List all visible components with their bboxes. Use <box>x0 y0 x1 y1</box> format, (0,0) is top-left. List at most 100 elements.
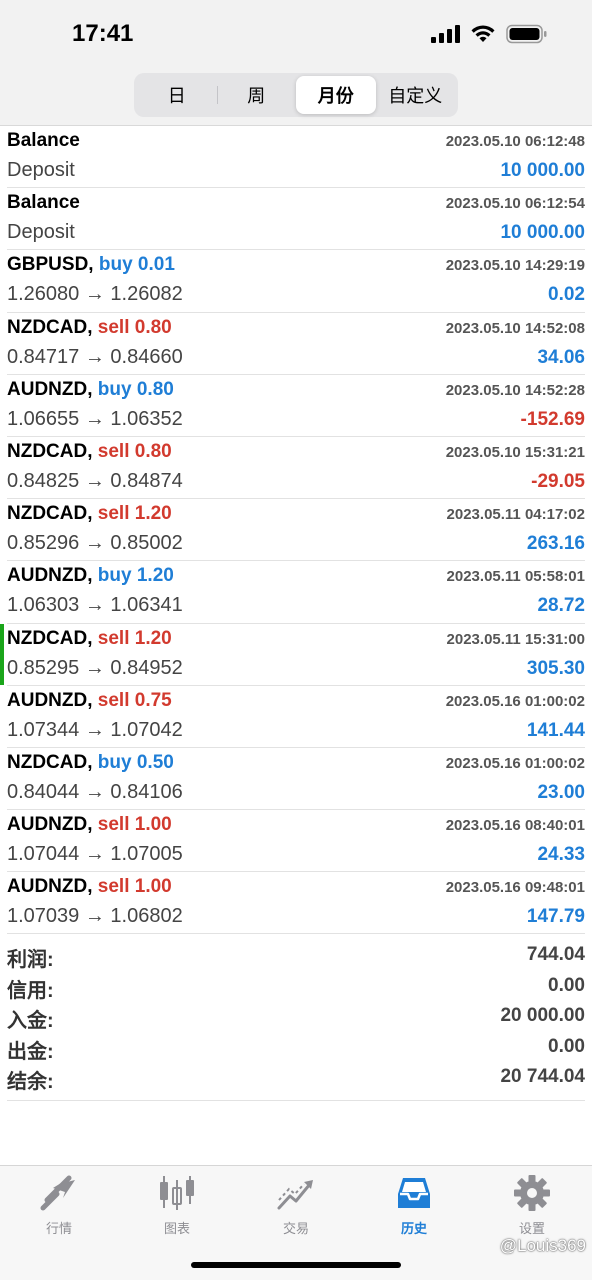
trade-row[interactable]: NZDCAD, sell 0.80 0.84825 → 0.84874 2023.0… <box>7 437 585 500</box>
trade-time: 2023.05.10 15:31:21 <box>445 443 585 461</box>
trade-profit: 24.33 <box>537 844 585 866</box>
trade-title: NZDCAD, sell 1.20 <box>7 503 172 525</box>
quotes-icon <box>40 1175 75 1211</box>
trade-title: Balance <box>7 130 80 152</box>
summary-label: 信用: <box>7 979 54 1002</box>
trade-symbol: AUDNZD, <box>7 378 93 400</box>
trade-title: NZDCAD, sell 1.20 <box>7 628 172 650</box>
trade-side: sell <box>97 876 130 898</box>
trade-profit: 141.44 <box>526 719 585 741</box>
trade-symbol: Balance <box>7 192 80 214</box>
tab-history[interactable]: 历史 <box>355 1174 473 1237</box>
trade-profit: 10 000.00 <box>500 222 585 244</box>
tab-chart[interactable]: 图表 <box>118 1174 236 1237</box>
trade-title: AUDNZD, sell 1.00 <box>7 876 172 898</box>
trade-row[interactable]: AUDNZD, sell 0.75 1.07344 → 1.07042 2023.0… <box>7 686 585 748</box>
summary-label: 出金: <box>7 1040 54 1063</box>
trade-title: NZDCAD, sell 0.80 <box>7 441 172 463</box>
trade-side: sell <box>97 503 130 525</box>
tab-trade[interactable]: 交易 <box>237 1174 355 1237</box>
trade-symbol: AUDNZD, <box>7 565 93 587</box>
trade-title: AUDNZD, sell 0.75 <box>7 690 172 712</box>
trade-time: 2023.05.16 01:00:02 <box>445 754 585 772</box>
trade-profit: 23.00 <box>537 781 585 803</box>
trade-volume: 1.20 <box>136 565 174 587</box>
trade-side: sell <box>97 627 130 649</box>
trade-detail: 1.07039 → 1.06802 <box>7 905 183 928</box>
trade-time: 2023.05.16 08:40:01 <box>445 817 585 835</box>
history-icon <box>398 1178 430 1208</box>
trade-side: sell <box>97 316 130 338</box>
trade-row[interactable]: NZDCAD, sell 1.20 0.85296 → 0.85002 2023.0… <box>7 499 585 562</box>
trade-profit: -29.05 <box>531 470 585 492</box>
trade-title: Balance <box>7 192 80 214</box>
trade-symbol: NZDCAD, <box>7 440 93 462</box>
gear-icon <box>514 1175 550 1211</box>
summary-row: 利润: 744.04 <box>7 940 585 971</box>
trade-row[interactable]: AUDNZD, sell 1.00 1.07039 → 1.06802 2023.0… <box>7 872 585 935</box>
trade-time: 2023.05.10 14:29:19 <box>445 257 585 275</box>
watermark: @Louis369 <box>499 1236 586 1255</box>
trade-title: AUDNZD, sell 1.00 <box>7 814 172 836</box>
tab-day[interactable]: 日 <box>137 76 217 114</box>
tab-history-label: 历史 <box>400 1221 427 1236</box>
trade-symbol: NZDCAD, <box>7 627 93 649</box>
trade-profit: 0.02 <box>548 284 585 306</box>
trade-detail: 1.06655 → 1.06352 <box>7 407 183 430</box>
period-header: 日 周 月份 自定义 <box>0 70 592 126</box>
summary-row: 结余: 20 744.04 <box>7 1062 585 1093</box>
trade-detail: 0.85295 → 0.84952 <box>7 656 183 679</box>
trade-profit: 305.30 <box>526 657 585 679</box>
trade-profit: 28.72 <box>537 595 585 617</box>
trade-row[interactable]: NZDCAD, sell 1.20 0.85295 → 0.84952 2023.0… <box>0 623 585 686</box>
summary-value: 744.04 <box>526 944 585 965</box>
trade-volume: 1.00 <box>134 876 172 898</box>
summary-label: 结余: <box>7 1071 54 1094</box>
trade-row[interactable]: NZDCAD, buy 0.50 0.84044 → 0.84106 2023.05… <box>7 748 585 811</box>
status-bar: 17:41 <box>0 0 592 70</box>
tab-month[interactable]: 月份 <box>296 76 376 114</box>
trade-side: sell <box>97 440 130 462</box>
trade-symbol: GBPUSD, <box>7 254 94 276</box>
trade-symbol: AUDNZD, <box>7 689 93 711</box>
trade-profit: 263.16 <box>526 533 585 555</box>
trade-row[interactable]: Balance Deposit 2023.05.10 06:12:54 10 000.… <box>7 188 585 251</box>
trade-row[interactable]: AUDNZD, buy 1.20 1.06303 → 1.06341 2023.05… <box>7 561 585 624</box>
trade-time: 2023.05.10 14:52:08 <box>445 319 585 337</box>
status-icons <box>431 24 548 44</box>
history-list: Balance Deposit 2023.05.10 06:12:48 10 000.… <box>0 126 592 935</box>
trade-time: 2023.05.11 15:31:00 <box>446 630 585 648</box>
trade-symbol: Balance <box>7 130 80 151</box>
tab-custom[interactable]: 自定义 <box>376 76 456 114</box>
trade-detail: 0.84825 → 0.84874 <box>7 469 183 492</box>
trade-row[interactable]: AUDNZD, buy 0.80 1.06655 → 1.06352 2023.05… <box>7 375 585 437</box>
trade-detail: 0.84044 → 0.84106 <box>7 780 183 803</box>
trade-symbol: AUDNZD, <box>7 876 93 898</box>
summary-row: 入金: 20 000.00 <box>7 1001 585 1032</box>
trade-row[interactable]: GBPUSD, buy 0.01 1.26080 → 1.26082 2023.05… <box>7 250 585 313</box>
trade-detail: 1.07044 → 1.07005 <box>7 843 183 866</box>
trade-title: NZDCAD, sell 0.80 <box>7 317 172 339</box>
trade-profit: -152.69 <box>520 408 585 430</box>
tab-quotes[interactable]: 行情 <box>0 1174 118 1237</box>
trade-row[interactable]: Balance Deposit 2023.05.10 06:12:48 10 000.… <box>7 126 585 189</box>
trade-volume: 1.20 <box>134 627 172 649</box>
trade-detail: 0.84717 → 0.84660 <box>7 345 183 368</box>
trade-symbol: AUDNZD, <box>7 814 93 836</box>
home-indicator[interactable] <box>191 1262 401 1268</box>
trade-side: buy <box>98 254 133 276</box>
tab-settings[interactable]: 设置 <box>473 1174 591 1237</box>
trade-row[interactable]: AUDNZD, sell 1.00 1.07044 → 1.07005 2023.0… <box>7 810 585 873</box>
trade-volume: 0.50 <box>136 751 174 773</box>
trade-row[interactable]: NZDCAD, sell 0.80 0.84717 → 0.84660 2023.0… <box>7 313 585 375</box>
trade-side: sell <box>97 814 130 836</box>
history-summary: 利润: 744.04 信用: 0.00 入金: 20 000.00 出金: 0.00 结余: 20… <box>7 940 585 1093</box>
trade-side: buy <box>97 565 132 587</box>
trade-detail: 1.26080 → 1.26082 <box>7 283 183 306</box>
trade-time: 2023.05.10 14:52:28 <box>445 381 585 399</box>
tab-week[interactable]: 周 <box>216 76 297 114</box>
tab-trade-label: 交易 <box>282 1221 309 1236</box>
trade-detail: 1.07344 → 1.07042 <box>7 718 183 741</box>
wifi-icon <box>470 24 496 44</box>
trade-time: 2023.05.16 01:00:02 <box>445 692 585 710</box>
